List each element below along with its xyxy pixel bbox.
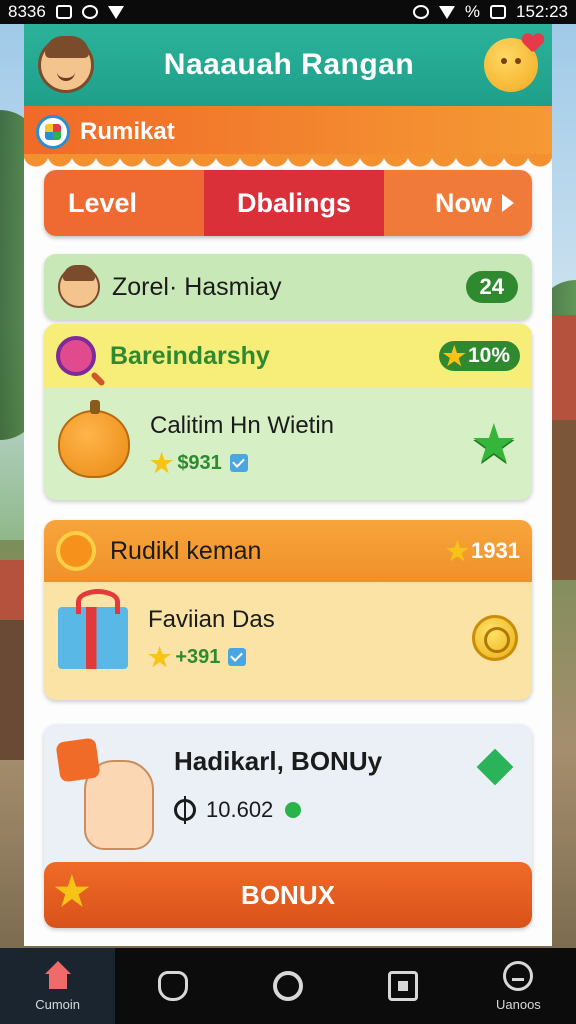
square-icon — [388, 971, 419, 1001]
challenge-card-body: Calitim Hn Wietin ★ $931 ★ — [44, 388, 532, 500]
sun-icon — [56, 531, 96, 571]
tab-now[interactable]: Now — [384, 170, 532, 236]
face-icon — [503, 960, 534, 991]
user-name: Zorel· Hasmiay — [112, 272, 282, 301]
home-icon — [43, 960, 73, 991]
gift-box-icon — [58, 589, 128, 669]
user-row[interactable]: Zorel· Hasmiay 24 — [44, 254, 532, 320]
target-icon — [174, 796, 196, 824]
reward-badge-value: 1931 — [471, 538, 520, 563]
bonus-title: Hadikarl, BONUy — [174, 746, 383, 776]
nav-center[interactable] — [230, 948, 345, 1024]
green-star-button[interactable]: ★ — [470, 417, 518, 471]
pinwheel-icon — [36, 115, 70, 149]
tab-level-label: Level — [68, 187, 138, 218]
bonus-button[interactable]: ★ BONUX — [44, 862, 532, 928]
challenge-card-header: Bareindarshy ★ 10% — [44, 324, 532, 388]
challenge-card[interactable]: Bareindarshy ★ 10% Calitim Hn Wietin ★ $… — [44, 324, 532, 500]
tab-now-label: Now — [435, 187, 492, 218]
bottom-nav: Cumoin Uanoos — [0, 948, 576, 1024]
reward-item-price: +391 — [175, 645, 221, 668]
tab-bar: Level Dbalings Now — [44, 170, 532, 236]
orange-badge-icon — [55, 737, 101, 783]
reward-card[interactable]: Rudikl keman ★ 1931 Faviian Das ★ +391 — [44, 520, 532, 700]
star-icon: ★ — [148, 642, 172, 672]
section-banner: Rumikat — [24, 106, 552, 168]
green-dot-icon — [285, 802, 302, 818]
reward-card-title: Rudikl keman — [110, 536, 262, 565]
chevron-right-icon — [502, 194, 514, 212]
house-right — [550, 420, 576, 580]
star-icon: ★ — [442, 341, 466, 371]
notification-icon — [55, 5, 72, 19]
nav-profile-label: Uanoos — [496, 996, 541, 1012]
reward-item-name: Faviian Das — [148, 606, 275, 633]
battery-icon — [490, 5, 506, 19]
challenge-item-name: Calitim Hn Wietin — [150, 412, 335, 439]
status-left-text: 8336 — [8, 2, 46, 21]
bonus-card[interactable]: Hadikarl, BONUy 10.602 ★ BONUX — [44, 724, 532, 928]
check-icon — [228, 648, 247, 666]
bonus-info: Hadikarl, BONUy 10.602 — [174, 740, 482, 824]
bonus-card-content: Hadikarl, BONUy 10.602 — [44, 724, 532, 850]
user-avatar — [58, 265, 100, 308]
bonus-value-row: 10.602 — [174, 796, 482, 824]
wifi-icon — [438, 5, 455, 19]
check-icon — [229, 454, 248, 472]
nav-profile[interactable]: Uanoos — [461, 948, 576, 1024]
tab-challenges[interactable]: Dbalings — [184, 170, 384, 236]
circle-icon — [273, 971, 303, 1001]
star-icon: ★ — [150, 448, 174, 478]
house-roof-left — [0, 560, 26, 620]
coin-button[interactable] — [472, 615, 518, 661]
reward-item: Faviian Das ★ +391 — [148, 606, 472, 670]
challenge-item-price: $931 — [177, 451, 222, 474]
challenge-card-title: Bareindarshy — [110, 341, 270, 370]
banner-label: Rumikat — [80, 118, 175, 145]
star-icon: ★ — [54, 870, 90, 914]
status-bar: 8336 % 152:23 — [0, 0, 576, 24]
emoji-heart-button[interactable] — [484, 38, 538, 92]
tab-challenges-label: Dbalings — [236, 187, 351, 218]
nav-square[interactable] — [346, 948, 461, 1024]
nav-home[interactable]: Cumoin — [0, 948, 116, 1024]
challenge-item: Calitim Hn Wietin ★ $931 — [150, 412, 470, 476]
reward-card-header: Rudikl keman ★ 1931 — [44, 520, 532, 582]
diamond-icon[interactable] — [476, 748, 514, 786]
reward-item-price-row: ★ +391 — [148, 644, 472, 670]
app-title: Naaauah Rangan — [163, 48, 415, 81]
challenge-badge: ★ 10% — [438, 341, 520, 371]
app-icon — [81, 5, 98, 19]
location-icon — [412, 5, 429, 19]
user-count-badge: 24 — [465, 271, 518, 303]
magnifier-icon — [56, 336, 96, 376]
challenge-item-price-row: ★ $931 — [150, 450, 470, 476]
bonus-value: 10.602 — [206, 797, 274, 822]
player-avatar[interactable] — [38, 36, 94, 93]
app-header: Naaauah Rangan — [24, 24, 552, 106]
challenge-badge-value: 10% — [467, 344, 510, 367]
heart-icon — [522, 34, 544, 54]
nav-home-label: Cumoin — [35, 996, 80, 1012]
house-left — [0, 620, 26, 760]
house-roof-right — [550, 315, 576, 425]
pumpkin-icon — [58, 400, 130, 478]
app-panel: Naaauah Rangan Rumikat Level Dbalings No… — [24, 24, 552, 946]
reward-card-body: Faviian Das ★ +391 — [44, 582, 532, 694]
gamepad-icon — [157, 971, 188, 1001]
star-icon: ★ — [445, 536, 470, 566]
bonus-button-label: BONUX — [241, 879, 335, 910]
battery-percent: % — [464, 2, 480, 21]
heart-icon — [107, 5, 124, 19]
status-time: 152:23 — [516, 2, 568, 21]
tab-level[interactable]: Level — [44, 170, 204, 236]
nav-games[interactable] — [115, 948, 230, 1024]
reward-badge: ★ 1931 — [446, 538, 520, 564]
